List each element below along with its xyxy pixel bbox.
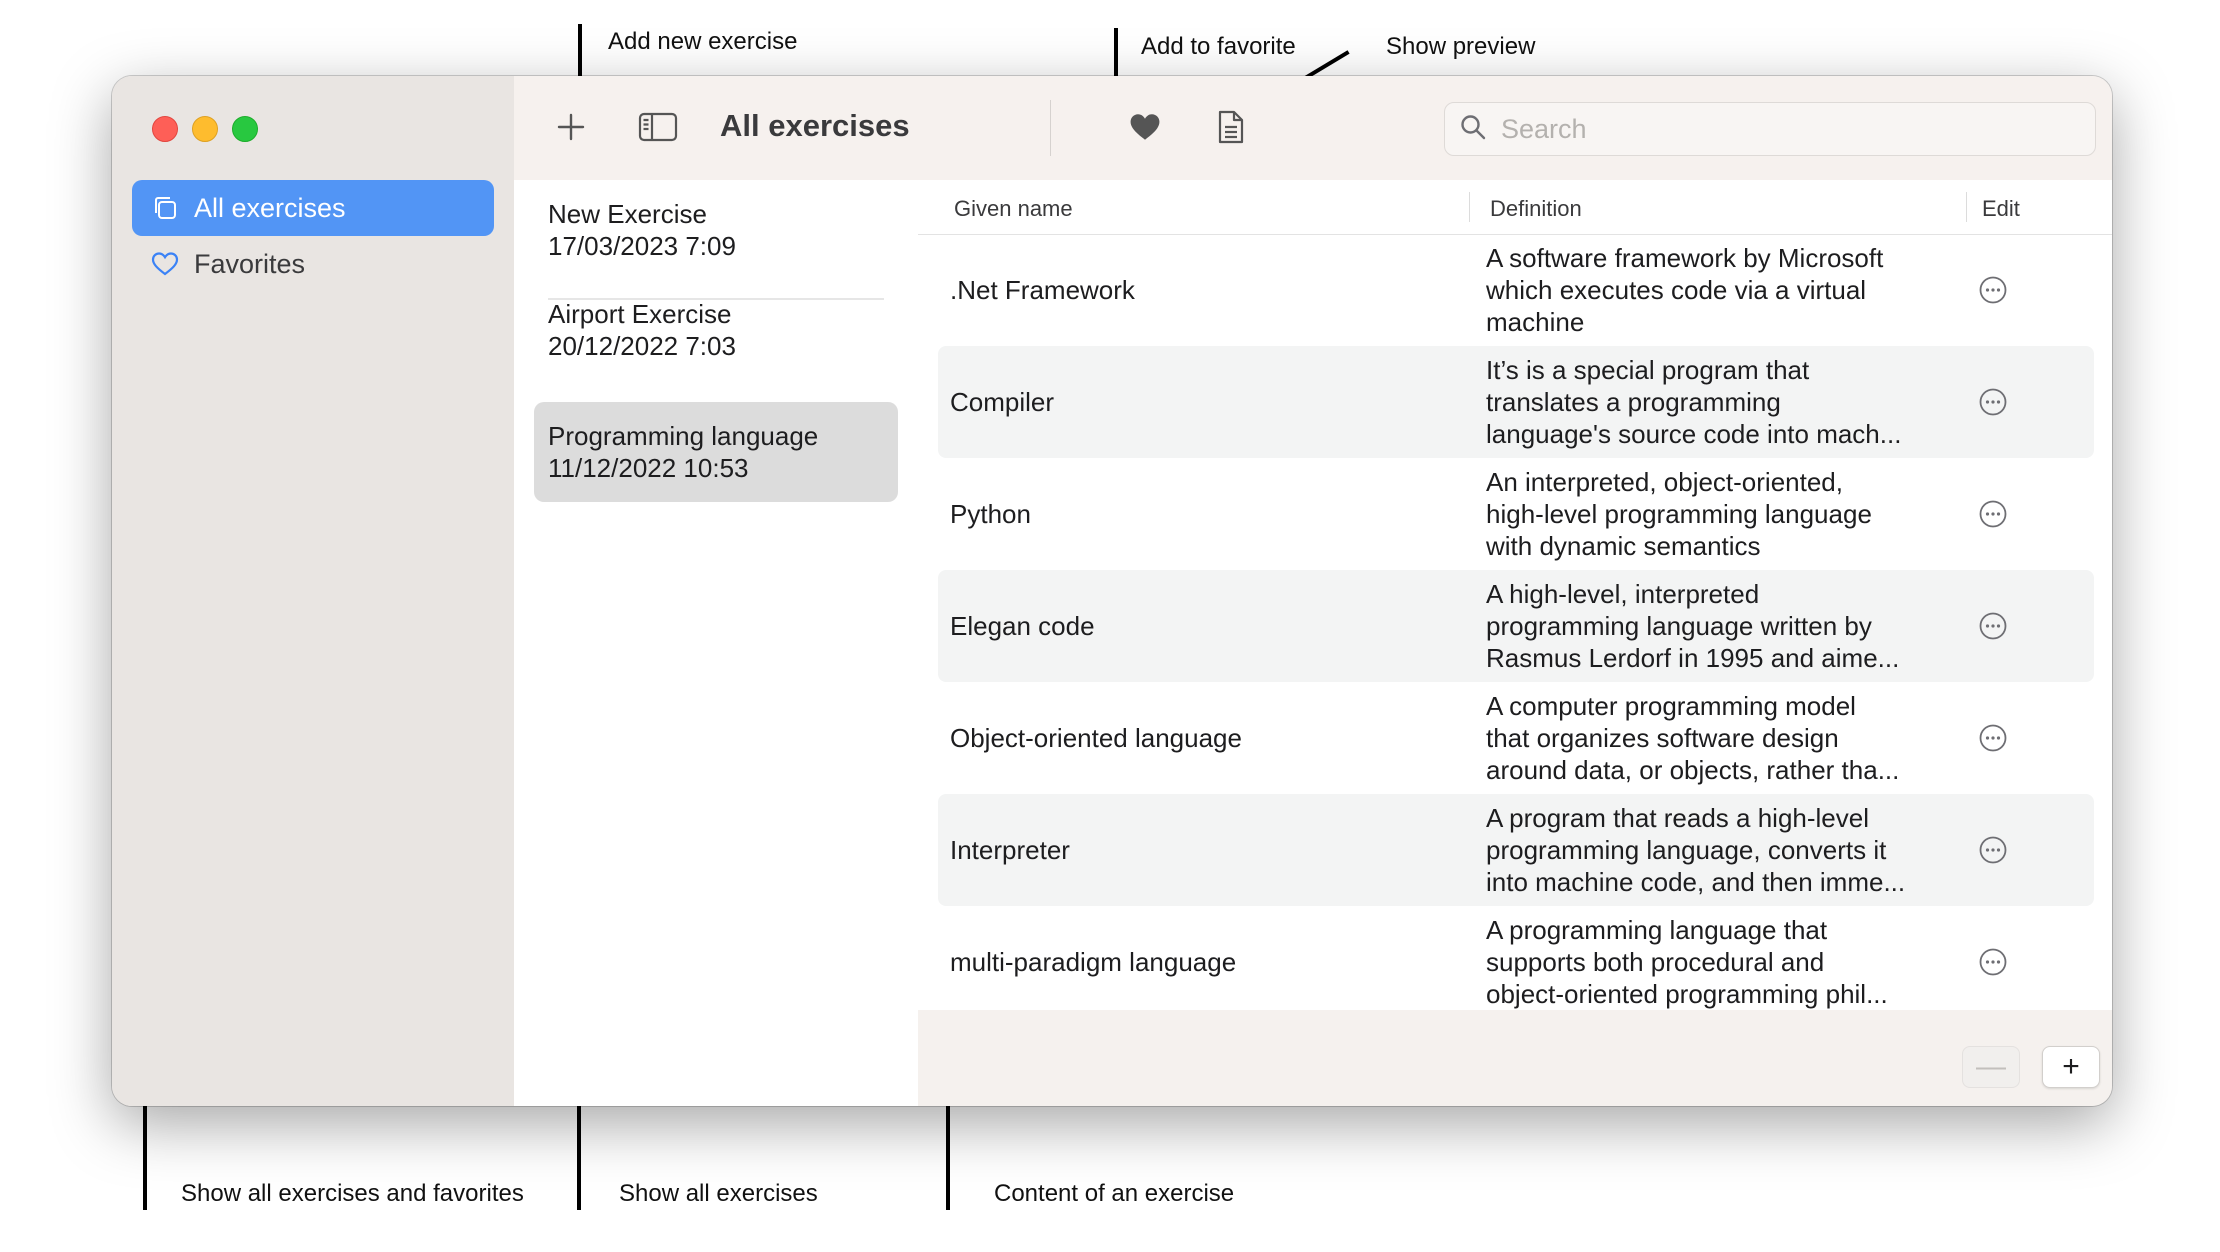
search-icon [1459, 113, 1487, 146]
annotation-add-new-exercise: Add new exercise [608, 28, 798, 55]
table-row[interactable]: Object-oriented language A computer prog… [938, 682, 2094, 794]
toolbar: All exercises [514, 76, 2112, 181]
exercise-list-item[interactable]: New Exercise 17/03/2023 7:09 [534, 180, 898, 280]
show-preview-button[interactable] [1210, 106, 1252, 152]
annotation-show-all-exercises-and-favorites: Show all exercises and favorites [181, 1180, 524, 1207]
exercise-title: Programming language [548, 421, 819, 451]
annotation-show-all-exercises: Show all exercises [619, 1180, 818, 1207]
given-name-cell: .Net Framework [950, 274, 1135, 305]
sidebar-item-all-exercises[interactable]: All exercises [132, 180, 494, 236]
exercise-title: New Exercise [548, 199, 707, 229]
sidebar-item-label: Favorites [194, 248, 306, 279]
column-separator [1469, 192, 1470, 222]
zoom-window-button[interactable] [232, 116, 258, 142]
definition-cell: It’s is a special program that translate… [1486, 355, 1902, 449]
given-name-cell: Python [950, 498, 1031, 529]
search-input[interactable] [1499, 112, 2083, 146]
exercise-date: 20/12/2022 7:03 [548, 331, 736, 361]
annotation-content-of-an-exercise: Content of an exercise [994, 1180, 1235, 1207]
definition-cell: A program that reads a high-level progra… [1486, 803, 1906, 897]
exercise-date: 11/12/2022 10:53 [548, 453, 749, 483]
close-window-button[interactable] [152, 116, 178, 142]
ellipsis-circle-icon[interactable] [1978, 835, 2008, 865]
given-name-cell: Compiler [950, 386, 1055, 417]
ellipsis-circle-icon[interactable] [1978, 723, 2008, 753]
table-row[interactable]: .Net Framework A software framework by M… [938, 234, 2094, 346]
remove-row-button[interactable]: — [1962, 1046, 2020, 1088]
stacked-squares-icon [150, 193, 180, 223]
definition-cell: An interpreted, object-oriented, high-le… [1486, 467, 1872, 561]
add-to-favorite-button[interactable] [1124, 108, 1166, 150]
column-header-definition[interactable]: Definition [1490, 196, 1582, 222]
table-row[interactable]: Interpreter A program that reads a high-… [938, 794, 2094, 906]
ellipsis-circle-icon[interactable] [1978, 275, 2008, 305]
table-row[interactable]: Python An interpreted, object-oriented, … [938, 458, 2094, 570]
heart-filled-icon [1128, 112, 1162, 147]
sidebar-item-favorites[interactable]: Favorites [132, 236, 494, 292]
exercise-title: Airport Exercise [548, 299, 732, 329]
table-row[interactable]: Compiler It’s is a special program that … [938, 346, 2094, 458]
exercise-date: 17/03/2023 7:09 [548, 231, 736, 261]
given-name-cell: Elegan code [950, 610, 1095, 641]
sidebar-icon [638, 112, 678, 147]
ellipsis-circle-icon[interactable] [1978, 499, 2008, 529]
terms-table: Given name Definition Edit .Net Framewor… [918, 180, 2112, 1010]
column-header-edit[interactable]: Edit [1982, 196, 2020, 222]
exercise-list: New Exercise 17/03/2023 7:09 Airport Exe… [514, 180, 919, 1106]
plus-icon [556, 112, 586, 147]
ellipsis-circle-icon[interactable] [1978, 947, 2008, 977]
exercise-list-item-selected[interactable]: Programming language 11/12/2022 10:53 [534, 402, 898, 502]
ellipsis-circle-icon[interactable] [1978, 387, 2008, 417]
sidebar-item-label: All exercises [194, 192, 346, 223]
column-separator [1966, 192, 1967, 222]
sidebar: All exercises Favorites [112, 76, 515, 1106]
definition-cell: A software framework by Microsoft which … [1486, 243, 1884, 337]
table-header: Given name Definition Edit [918, 180, 2112, 235]
add-exercise-button[interactable] [550, 108, 592, 150]
definition-cell: A programming language that supports bot… [1486, 915, 1888, 1009]
app-window: All exercises Favorites All exercises Se… [112, 76, 2112, 1106]
document-icon [1217, 109, 1245, 150]
column-header-given-name[interactable]: Given name [954, 196, 1073, 222]
given-name-cell: Object-oriented language [950, 722, 1242, 753]
table-footer: — + [918, 1010, 2112, 1106]
page-title: All exercises [720, 108, 910, 143]
search-field[interactable] [1444, 102, 2096, 156]
table-row[interactable]: multi-paradigm language A programming la… [938, 906, 2094, 1010]
exercise-list-item[interactable]: Airport Exercise 20/12/2022 7:03 [534, 280, 898, 380]
minimize-window-button[interactable] [192, 116, 218, 142]
exercise-detail: Given name Definition Edit .Net Framewor… [918, 180, 2112, 1106]
toolbar-divider [1050, 100, 1051, 156]
annotation-add-to-favorite: Add to favorite [1141, 33, 1296, 60]
ellipsis-circle-icon[interactable] [1978, 611, 2008, 641]
add-row-button[interactable]: + [2042, 1046, 2100, 1088]
definition-cell: A high-level, interpreted programming la… [1486, 579, 1900, 673]
toggle-sidebar-button[interactable] [636, 108, 680, 150]
given-name-cell: multi-paradigm language [950, 946, 1237, 977]
annotation-show-preview: Show preview [1386, 33, 1536, 60]
heart-outline-icon [150, 249, 180, 279]
definition-cell: A computer programming model that organi… [1486, 691, 1900, 785]
table-row[interactable]: Elegan code A high-level, interpreted pr… [938, 570, 2094, 682]
given-name-cell: Interpreter [950, 834, 1070, 865]
